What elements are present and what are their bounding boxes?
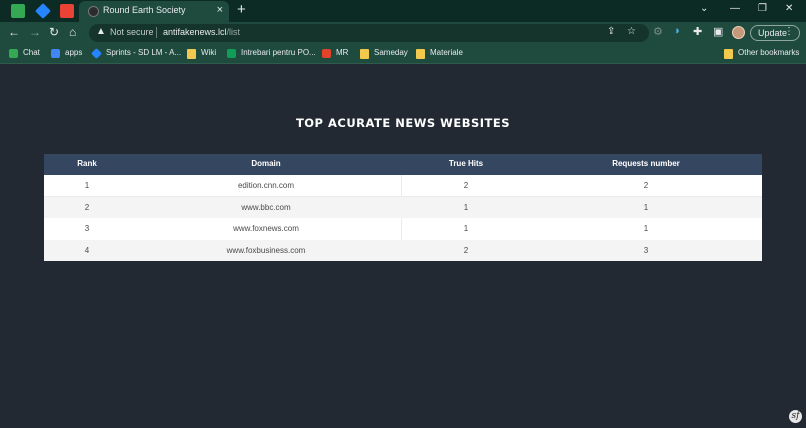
- pinned-tab-gmail-icon[interactable]: [60, 4, 74, 18]
- pinned-tab-chat-icon[interactable]: [11, 4, 25, 18]
- rank-cell: 4: [84, 245, 90, 255]
- url-path: /list: [226, 27, 241, 37]
- bookmark-label: Intrebari pentru PO...: [241, 48, 316, 57]
- bookmark-label: Wiki: [201, 48, 217, 57]
- bookmark-label: Chat: [23, 48, 40, 57]
- bookmark-star-icon[interactable]: ☆: [627, 26, 636, 37]
- close-tab-button[interactable]: ×: [217, 4, 223, 16]
- home-icon[interactable]: ⌂: [69, 25, 76, 39]
- sheets-icon: [227, 49, 236, 58]
- side-panel-icon[interactable]: ▣: [713, 25, 723, 38]
- restore-icon[interactable]: ❐: [758, 3, 767, 14]
- address-separator: [156, 27, 157, 38]
- requests-cell: 2: [643, 181, 649, 190]
- minimize-icon[interactable]: —: [730, 3, 740, 14]
- requests-cell: 1: [643, 224, 649, 233]
- gitlab-icon: [322, 49, 331, 58]
- profile-avatar[interactable]: [732, 26, 745, 39]
- update-button[interactable]: Update ⋮: [750, 25, 800, 41]
- folder-icon: [724, 49, 733, 59]
- table-header: Rank Domain True Hits Requests number: [44, 154, 762, 175]
- column-header-rank: Rank: [77, 159, 97, 168]
- domain-cell: www.foxnews.com: [233, 224, 299, 233]
- folder-icon: [187, 49, 196, 59]
- tab-strip: Round Earth Society × + ⌄ — ❐ ✕: [0, 0, 806, 22]
- folder-icon: [360, 49, 369, 59]
- chat-icon: [9, 49, 18, 58]
- column-header-domain: Domain: [251, 159, 281, 168]
- globe-icon: [88, 6, 99, 17]
- url-host: antifakenews.lcl: [163, 27, 227, 37]
- tab-search-icon[interactable]: ⌄: [700, 3, 708, 14]
- true-hits-cell: 1: [463, 202, 469, 212]
- page-title: TOP ACURATE NEWS WEBSITES: [295, 116, 511, 130]
- table-row: 1 edition.cnn.com 2 2: [44, 175, 762, 197]
- url-text[interactable]: antifakenews.lcl/list: [163, 27, 240, 37]
- true-hits-cell: 1: [463, 224, 469, 233]
- table-row: 2 www.bbc.com 1 1: [44, 196, 762, 218]
- domain-cell: edition.cnn.com: [237, 181, 295, 190]
- requests-cell: 3: [643, 245, 649, 255]
- bookmark-label: apps: [65, 48, 83, 57]
- back-icon[interactable]: ←: [8, 25, 20, 39]
- true-hits-cell: 2: [463, 245, 469, 255]
- rank-cell: 2: [84, 202, 90, 212]
- new-tab-button[interactable]: +: [237, 1, 246, 18]
- tab-title: Round Earth Society: [103, 5, 186, 15]
- reload-icon[interactable]: ↻: [49, 25, 59, 39]
- domain-cell: www.foxbusiness.com: [226, 245, 306, 255]
- table-row: 4 www.foxbusiness.com 2 3: [44, 239, 762, 261]
- address-bar[interactable]: ▲ Not secure antifakenews.lcl/list ⇪ ☆: [89, 24, 649, 42]
- bookmark-label: Sameday: [374, 48, 408, 57]
- pinned-tab-jira-icon[interactable]: [35, 3, 51, 19]
- security-status[interactable]: Not secure: [110, 27, 154, 37]
- symfony-toolbar-icon[interactable]: sf: [789, 410, 802, 423]
- true-hits-cell: 2: [463, 181, 469, 190]
- requests-cell: 1: [643, 202, 649, 212]
- warning-icon: ▲: [96, 26, 106, 37]
- tab-round-earth-society[interactable]: Round Earth Society ×: [79, 1, 229, 22]
- domain-cell: www.bbc.com: [241, 202, 291, 212]
- other-bookmarks-label: Other bookmarks: [738, 48, 800, 57]
- bookmark-label: MR: [336, 48, 349, 57]
- bookmark-label: Sprints - SD LM - A...: [106, 48, 182, 57]
- forward-icon[interactable]: →: [29, 25, 41, 39]
- update-label: Update: [758, 28, 788, 38]
- share-icon[interactable]: ⇪: [607, 26, 615, 37]
- extension-colorful-icon[interactable]: ◑: [673, 25, 680, 37]
- bookmarks-bar: Chat apps Sprints - SD LM - A... Wiki In…: [0, 44, 806, 64]
- rank-cell: 1: [84, 181, 90, 190]
- jira-icon: [91, 48, 102, 59]
- news-websites-table: Rank Domain True Hits Requests number 1 …: [44, 154, 762, 261]
- menu-dots-icon: ⋮: [784, 26, 794, 37]
- close-window-icon[interactable]: ✕: [785, 3, 793, 14]
- browser-toolbar: ← → ↻ ⌂ ▲ Not secure antifakenews.lcl/li…: [0, 22, 806, 44]
- folder-icon: [416, 49, 425, 59]
- extension-gear-icon[interactable]: ⚙: [653, 25, 663, 38]
- column-header-true-hits: True Hits: [448, 159, 484, 168]
- rank-cell: 3: [84, 224, 90, 233]
- column-header-requests: Requests number: [612, 159, 680, 168]
- apps-icon: [51, 49, 60, 58]
- table-row: 3 www.foxnews.com 1 1: [44, 218, 762, 240]
- extensions-puzzle-icon[interactable]: ✚: [693, 25, 702, 38]
- bookmark-label: Materiale: [430, 48, 463, 57]
